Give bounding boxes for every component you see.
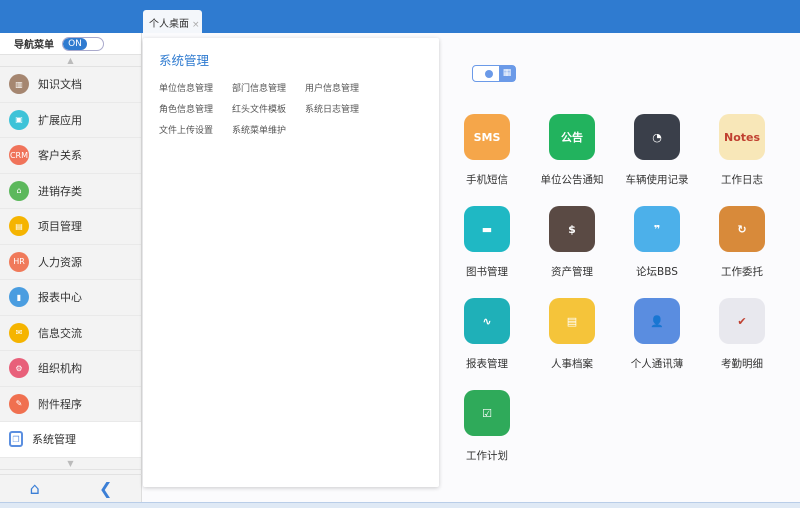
app-tile[interactable]: ❞ 论坛BBS xyxy=(617,206,697,279)
toggle-dot-icon xyxy=(485,70,493,78)
sidebar-item-label: 信息交流 xyxy=(38,326,82,340)
attachment-icon: ✎ xyxy=(9,393,29,414)
app-tile[interactable]: ▬ 图书管理 xyxy=(447,206,527,279)
system-icon: ❐ xyxy=(9,431,23,448)
sidebar-item-label: 报表中心 xyxy=(38,291,82,305)
tab-personal-desktop[interactable]: 个人桌面 × xyxy=(143,10,202,33)
nav-label: 导航菜单 xyxy=(14,40,54,51)
app-icon: ☑ xyxy=(464,390,510,436)
scroll-down-icon[interactable]: ▼ xyxy=(0,458,141,470)
app-label: 人事档案 xyxy=(551,358,593,370)
sidebar-item[interactable]: ▮ 报表中心 xyxy=(0,280,141,316)
popup-link[interactable]: 文件上传设置 xyxy=(159,123,232,136)
app-icon: ◔ xyxy=(634,114,680,160)
app-tile[interactable]: ▤ 人事档案 xyxy=(532,298,612,371)
popup-link[interactable]: 用户信息管理 xyxy=(305,81,378,94)
project-icon: ▤ xyxy=(9,216,29,237)
sidebar-item-label: 项目管理 xyxy=(38,220,82,234)
app-tile[interactable]: $ 资产管理 xyxy=(532,206,612,279)
home-icon[interactable]: ⌂ xyxy=(30,479,40,498)
view-toggle[interactable]: ▦ xyxy=(472,65,516,82)
sidebar-item[interactable]: CRM 客户关系 xyxy=(0,138,141,174)
sidebar-item[interactable]: ▣ 扩展应用 xyxy=(0,103,141,138)
app-icon: ↻ xyxy=(719,206,765,252)
sidebar-item-label: 组织机构 xyxy=(38,362,82,376)
app-tile[interactable]: ✔ 考勤明细 xyxy=(702,298,782,371)
app-label: 报表管理 xyxy=(466,358,508,370)
toggle-on: ON xyxy=(63,37,87,50)
popup-link[interactable]: 部门信息管理 xyxy=(232,81,305,94)
status-bar xyxy=(0,502,800,508)
app-label: 单位公告通知 xyxy=(540,174,604,186)
app-tile[interactable]: SMS 手机短信 xyxy=(447,114,527,187)
app-label: 工作日志 xyxy=(721,174,763,186)
popup-link[interactable]: 单位信息管理 xyxy=(159,81,232,94)
app-label: 考勤明细 xyxy=(721,358,763,370)
app-icon: ✔ xyxy=(719,298,765,344)
sidebar-item-label: 附件程序 xyxy=(38,397,82,411)
app-icon: ▬ xyxy=(464,206,510,252)
sidebar-item[interactable]: ⚙ 组织机构 xyxy=(0,351,141,387)
sidebar-item[interactable]: ❐ 系统管理 xyxy=(0,422,141,458)
sidebar-item[interactable]: ▥ 知识文档 xyxy=(0,67,141,103)
app-label: 论坛BBS xyxy=(636,266,678,278)
inventory-icon: ⌂ xyxy=(9,180,29,201)
app-tile[interactable]: ∿ 报表管理 xyxy=(447,298,527,371)
message-icon: ✉ xyxy=(9,322,29,343)
app-tile[interactable]: ☑ 工作计划 xyxy=(447,390,527,463)
scroll-up-icon[interactable]: ▲ xyxy=(0,55,141,67)
popup-link[interactable]: 红头文件模板 xyxy=(232,102,305,115)
popup-title: 系统管理 xyxy=(159,53,210,68)
sidebar-item-label: 客户关系 xyxy=(38,149,82,163)
crm-icon: CRM xyxy=(9,145,29,166)
sidebar-item-label: 扩展应用 xyxy=(38,113,82,127)
popup-link[interactable]: 系统日志管理 xyxy=(305,102,378,115)
sidebar-item-label: 进销存类 xyxy=(38,184,82,198)
org-icon: ⚙ xyxy=(9,358,29,379)
collapse-icon[interactable]: ❮ xyxy=(99,479,112,498)
sidebar-item[interactable]: ✉ 信息交流 xyxy=(0,316,141,351)
app-label: 车辆使用记录 xyxy=(625,174,689,186)
sidebar: 导航菜单 ON ▲ ▥ 知识文档 ▣ 扩展应用 CRM 客户关系 ⌂ 进销存类 ▤ 项目管理 HR 人力… xyxy=(0,33,142,502)
app-tile[interactable]: 👤 个人通讯薄 xyxy=(617,298,697,371)
sidebar-item-label: 系统管理 xyxy=(32,433,76,447)
nav-toggle[interactable]: ON xyxy=(62,36,104,51)
extension-icon: ▣ xyxy=(9,109,29,130)
sidebar-item[interactable]: ▤ 项目管理 xyxy=(0,209,141,245)
app-icon: ▤ xyxy=(549,298,595,344)
popup-link[interactable]: 角色信息管理 xyxy=(159,102,232,115)
app-icon: ❞ xyxy=(634,206,680,252)
app-label: 工作委托 xyxy=(721,266,763,278)
app-label: 工作计划 xyxy=(466,450,508,462)
app-tile[interactable]: 公告 单位公告通知 xyxy=(532,114,612,187)
app-icon: SMS xyxy=(464,114,510,160)
sidebar-item[interactable]: HR 人力资源 xyxy=(0,245,141,280)
top-bar xyxy=(0,0,800,33)
sidebar-item-label: 知识文档 xyxy=(38,78,82,92)
app-icon: 公告 xyxy=(549,114,595,160)
app-icon: $ xyxy=(549,206,595,252)
app-label: 手机短信 xyxy=(466,174,508,186)
system-menu-popup: 系统管理 单位信息管理 部门信息管理 用户信息管理角色信息管理 红头文件模板 系统日志管… xyxy=(143,38,439,487)
grid-icon[interactable]: ▦ xyxy=(499,66,515,81)
app-tile[interactable]: Notes 工作日志 xyxy=(702,114,782,187)
app-icon: ∿ xyxy=(464,298,510,344)
app-icon: 👤 xyxy=(634,298,680,344)
popup-link[interactable]: 系统菜单维护 xyxy=(232,123,305,136)
nav-header: 导航菜单 ON xyxy=(0,33,141,55)
sidebar-item[interactable]: ✎ 附件程序 xyxy=(0,387,141,422)
sidebar-item[interactable]: ⌂ 进销存类 xyxy=(0,174,141,209)
hr-icon: HR xyxy=(9,251,29,272)
app-tile[interactable]: ◔ 车辆使用记录 xyxy=(617,114,697,187)
app-icon: Notes xyxy=(719,114,765,160)
tab-label: 个人桌面 xyxy=(149,19,189,30)
close-icon[interactable]: × xyxy=(192,20,200,30)
app-tile[interactable]: ↻ 工作委托 xyxy=(702,206,782,279)
app-label: 图书管理 xyxy=(466,266,508,278)
report-icon: ▮ xyxy=(9,287,29,308)
app-label: 资产管理 xyxy=(551,266,593,278)
app-label: 个人通讯薄 xyxy=(630,358,684,370)
book-icon: ▥ xyxy=(9,74,29,95)
sidebar-item-label: 人力资源 xyxy=(38,255,82,269)
